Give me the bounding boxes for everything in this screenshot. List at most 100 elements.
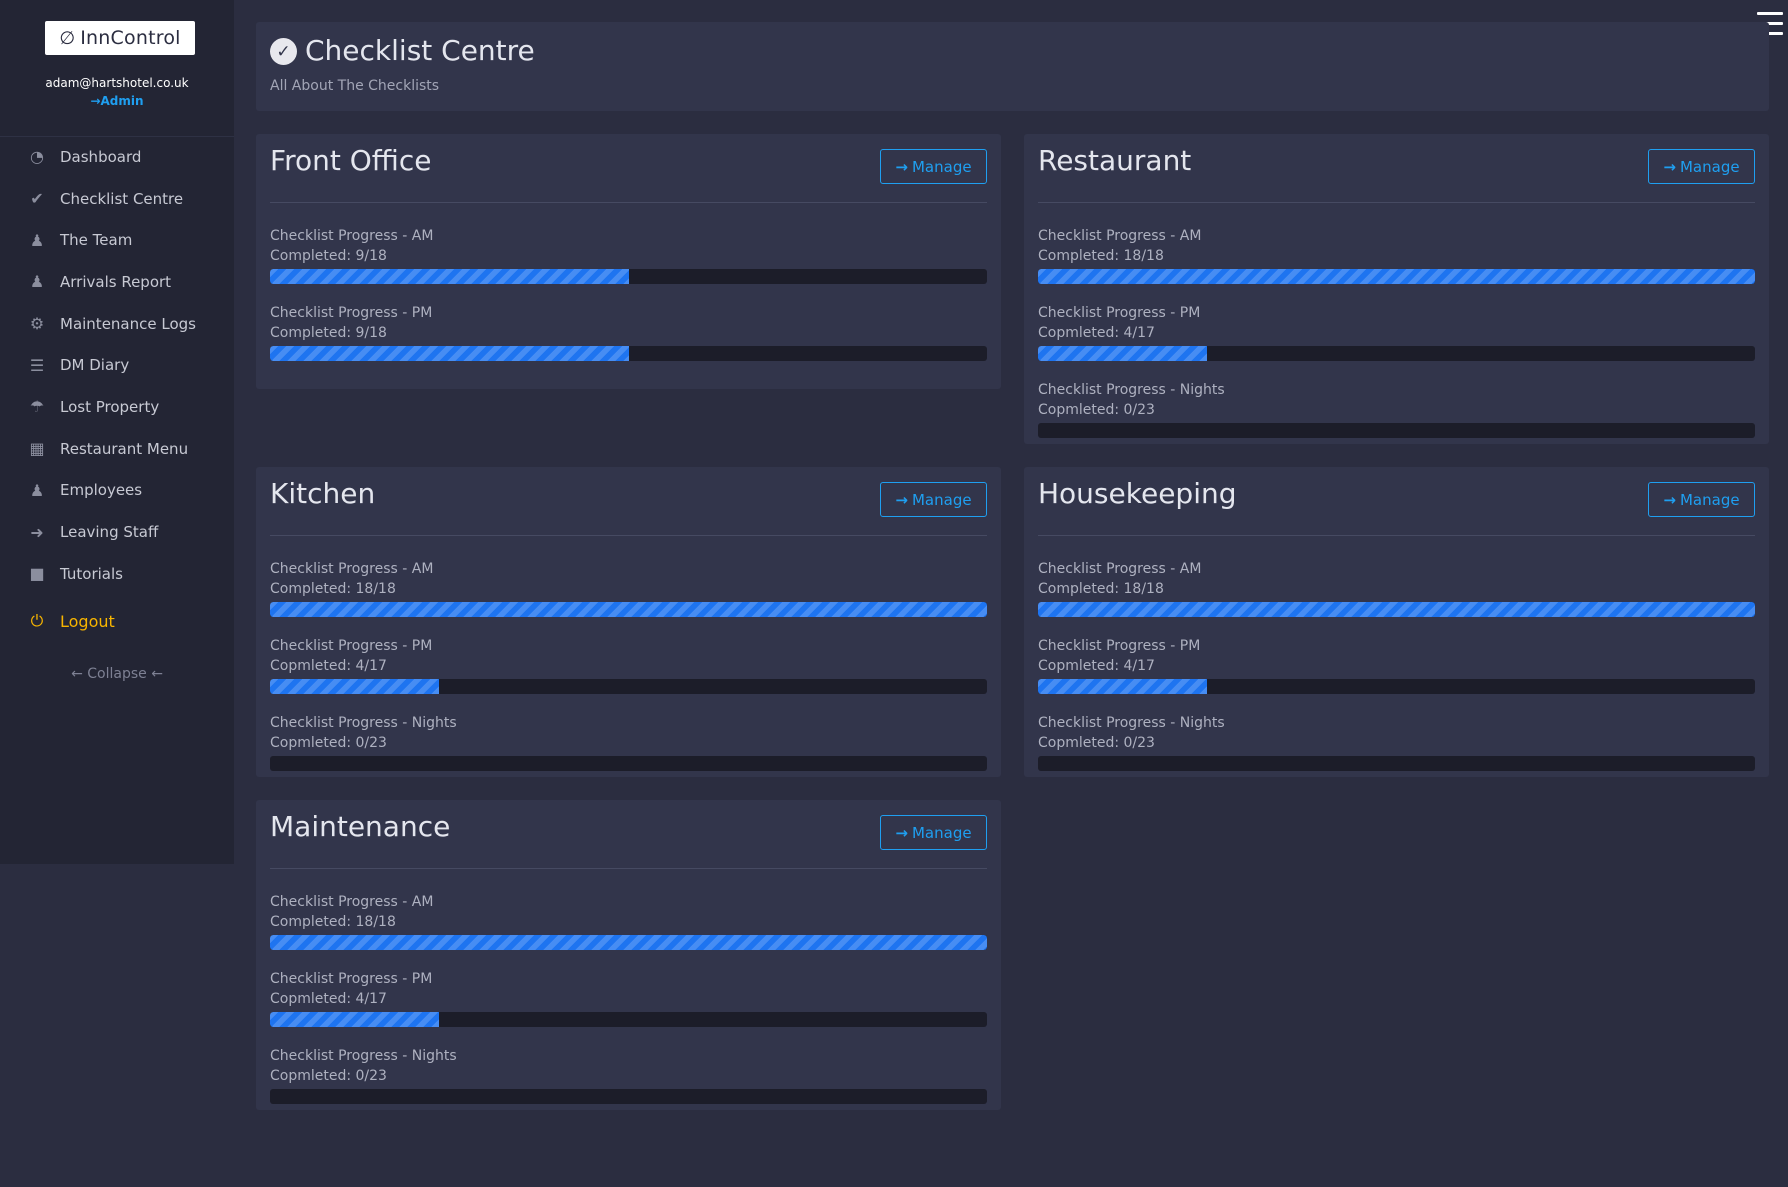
arrow-right-icon: →	[895, 490, 908, 509]
progress-count: Completed: 9/18	[270, 248, 387, 264]
page-subtitle: All About The Checklists	[270, 78, 440, 94]
progress-count: Copmleted: 0/23	[270, 1068, 387, 1084]
checklist-progress: Checklist Progress - Nights Copmleted: 0/…	[1038, 713, 1755, 771]
sidebar-item-lost-property[interactable]: ☂ Lost Property	[0, 386, 234, 428]
department-title: Housekeeping	[1038, 477, 1237, 510]
card-divider	[1038, 202, 1755, 203]
check-circle-icon: ✓	[270, 38, 297, 65]
arrow-right-icon: →	[1663, 157, 1676, 176]
users-icon: ♟	[29, 480, 45, 500]
sidebar-item-label: Restaurant Menu	[60, 439, 189, 458]
progress-bar	[270, 756, 987, 771]
sidebar-item-dashboard[interactable]: ◔ Dashboard	[0, 136, 234, 178]
book-icon: ▦	[29, 439, 45, 459]
progress-count: Copmleted: 4/17	[1038, 325, 1155, 341]
progress-label: Checklist Progress - Nights	[270, 715, 457, 731]
manage-button[interactable]: → Manage	[1648, 482, 1755, 517]
progress-bar	[1038, 756, 1755, 771]
sidebar-item-tutorials[interactable]: ■ Tutorials	[0, 553, 234, 595]
sidebar-item-label: Tutorials	[60, 564, 123, 583]
progress-bar	[1038, 602, 1755, 617]
progress-bar	[270, 602, 987, 617]
manage-label: Manage	[911, 823, 972, 842]
sidebar-item-arrivals-report[interactable]: ♟ Arrivals Report	[0, 261, 234, 303]
arrow-right-icon: →	[90, 94, 101, 108]
progress-bar	[270, 679, 987, 694]
progress-bar	[270, 1012, 987, 1027]
users-icon: ♟	[29, 272, 45, 292]
progress-count: Completed: 18/18	[1038, 581, 1164, 597]
progress-bar-fill	[270, 935, 987, 950]
sidebar-item-label: Leaving Staff	[60, 523, 159, 542]
department-card-housekeeping: Housekeeping → Manage Checklist Progress - …	[1024, 467, 1769, 777]
sidebar-item-employees[interactable]: ♟ Employees	[0, 470, 234, 512]
checklist-progress: Checklist Progress - AM Completed: 18/18	[1038, 226, 1755, 284]
checklist-progress: Checklist Progress - Nights Copmleted: 0/…	[270, 1046, 987, 1104]
arrow-right-icon: →	[1663, 490, 1676, 509]
brand-logo[interactable]: ∅ InnControl	[45, 21, 195, 55]
progress-count: Completed: 18/18	[270, 914, 396, 930]
progress-count: Copmleted: 0/23	[270, 735, 387, 751]
page-title: Checklist Centre	[305, 34, 535, 67]
manage-button[interactable]: → Manage	[880, 482, 987, 517]
department-title: Front Office	[270, 144, 432, 177]
list-icon: ☰	[29, 355, 45, 375]
card-divider	[1038, 535, 1755, 536]
progress-label: Checklist Progress - Nights	[270, 1048, 457, 1064]
sidebar-nav: ◔ Dashboard ✔ Checklist Centre ♟ The Tea…	[0, 136, 234, 642]
sidebar-item-label: Arrivals Report	[60, 272, 172, 291]
department-title: Kitchen	[270, 477, 376, 510]
sidebar-item-leaving-staff[interactable]: ➜ Leaving Staff	[0, 511, 234, 553]
dashboard-icon: ◔	[30, 147, 44, 167]
manage-label: Manage	[911, 490, 972, 509]
manage-button[interactable]: → Manage	[880, 149, 987, 184]
sidebar-item-maintenance-logs[interactable]: ⚙ Maintenance Logs	[0, 303, 234, 345]
progress-count: Completed: 9/18	[270, 325, 387, 341]
progress-bar-fill	[1038, 269, 1755, 284]
progress-bar	[270, 269, 987, 284]
sidebar-item-the-team[interactable]: ♟ The Team	[0, 219, 234, 261]
department-card-kitchen: Kitchen → Manage Checklist Progress - AM Com…	[256, 467, 1001, 777]
department-title: Restaurant	[1038, 144, 1192, 177]
checklist-progress: Checklist Progress - PM Copmleted: 4/17	[1038, 636, 1755, 694]
sidebar-item-restaurant-menu[interactable]: ▦ Restaurant Menu	[0, 428, 234, 470]
progress-count: Copmleted: 0/23	[1038, 735, 1155, 751]
checklist-progress: Checklist Progress - PM Copmleted: 4/17	[270, 969, 987, 1027]
collapse-button[interactable]: ← Collapse ←	[0, 666, 234, 682]
checklist-progress: Checklist Progress - AM Completed: 18/18	[1038, 559, 1755, 617]
user-role-link[interactable]: →Admin	[0, 94, 234, 108]
progress-bar-fill	[270, 346, 629, 361]
progress-bar	[270, 346, 987, 361]
sidebar-item-label: DM Diary	[60, 356, 130, 375]
progress-bar	[1038, 679, 1755, 694]
checklist-progress: Checklist Progress - Nights Copmleted: 0/…	[1038, 380, 1755, 438]
cogs-icon: ⚙	[29, 314, 45, 334]
progress-bar	[1038, 346, 1755, 361]
progress-count: Completed: 18/18	[1038, 248, 1164, 264]
department-card-restaurant: Restaurant → Manage Checklist Progress - AM…	[1024, 134, 1769, 444]
sidebar-item-dm-diary[interactable]: ☰ DM Diary	[0, 344, 234, 386]
checklist-progress: Checklist Progress - PM Copmleted: 4/17	[270, 636, 987, 694]
sidebar-item-checklist-centre[interactable]: ✔ Checklist Centre	[0, 178, 234, 220]
logout-button[interactable]: ⏻ Logout	[0, 601, 234, 643]
manage-button[interactable]: → Manage	[880, 815, 987, 850]
progress-label: Checklist Progress - AM	[270, 894, 434, 910]
card-divider	[270, 868, 987, 869]
manage-label: Manage	[1679, 490, 1740, 509]
progress-label: Checklist Progress - AM	[1038, 228, 1202, 244]
progress-label: Checklist Progress - PM	[270, 638, 433, 654]
arrow-right-icon: →	[895, 823, 908, 842]
progress-bar	[1038, 423, 1755, 438]
sidebar-item-label: Dashboard	[60, 147, 142, 166]
manage-button[interactable]: → Manage	[1648, 149, 1755, 184]
progress-label: Checklist Progress - Nights	[1038, 382, 1225, 398]
collapse-label: Collapse	[87, 666, 147, 682]
sidebar-item-label: Checklist Centre	[60, 189, 184, 208]
manage-label: Manage	[911, 157, 972, 176]
tutorial-book-icon: ■	[29, 564, 45, 584]
brand-name: InnControl	[80, 27, 181, 49]
progress-bar-fill	[270, 1012, 439, 1027]
users-icon: ♟	[29, 230, 45, 250]
checklist-progress: Checklist Progress - PM Completed: 9/18	[270, 303, 987, 361]
manage-label: Manage	[1679, 157, 1740, 176]
